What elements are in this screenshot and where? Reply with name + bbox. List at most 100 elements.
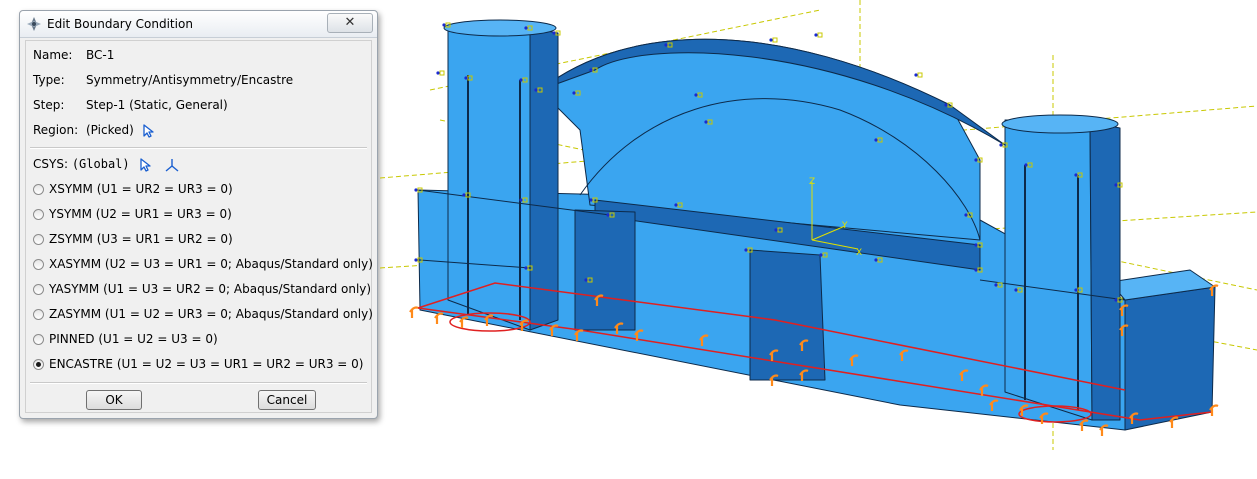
axis-label-x: X xyxy=(856,248,862,258)
bc-type-radio-2[interactable]: ZSYMM (U3 = UR1 = UR2 = 0) xyxy=(33,230,233,248)
radio-button-icon[interactable] xyxy=(33,234,44,245)
bc-node-marker xyxy=(552,31,556,35)
radio-label: ZSYMM (U3 = UR1 = UR2 = 0) xyxy=(49,232,233,246)
cancel-button[interactable]: Cancel xyxy=(258,390,316,410)
bc-node-marker xyxy=(744,248,748,252)
bc-node-marker xyxy=(462,193,466,197)
radio-button-icon[interactable] xyxy=(33,259,44,270)
part-tower-side xyxy=(529,27,559,331)
radio-button-icon[interactable] xyxy=(33,284,44,295)
csys-label: CSYS: xyxy=(33,157,68,171)
part-tower-top xyxy=(443,19,557,37)
bc-node-marker xyxy=(524,26,528,30)
close-icon: ✕ xyxy=(344,15,356,30)
bc-node-marker xyxy=(1074,288,1078,292)
region-pick-arrow-icon[interactable] xyxy=(142,123,156,138)
radio-button-icon[interactable] xyxy=(33,184,44,195)
bc-node-marker xyxy=(1074,173,1078,177)
name-value: BC-1 xyxy=(86,48,115,62)
bc-node-marker xyxy=(694,93,698,97)
part-channel-wall xyxy=(749,249,826,381)
bc-node-marker xyxy=(524,266,528,270)
radio-label: XASYMM (U2 = U3 = UR1 = 0; Abaqus/Standa… xyxy=(49,257,373,271)
encastre-symbol-icon xyxy=(1209,404,1219,416)
region-row: Region: (Picked) xyxy=(33,121,156,139)
bc-node-marker xyxy=(674,203,678,207)
axis-label-y: Y xyxy=(841,221,848,231)
bc-node-marker xyxy=(589,68,593,72)
part-side-face xyxy=(1124,286,1216,431)
radio-button-icon[interactable] xyxy=(33,334,44,345)
bc-node-marker xyxy=(464,76,468,80)
name-label: Name: xyxy=(33,48,73,62)
vertex-marker xyxy=(817,32,823,38)
name-row: Name: BC-1 xyxy=(33,46,114,64)
bc-node-marker xyxy=(914,73,918,77)
encastre-symbol-icon xyxy=(409,306,419,318)
vertex-marker xyxy=(917,72,923,78)
bc-node-marker xyxy=(584,278,588,282)
bc-node-marker xyxy=(874,258,878,262)
bc-node-marker xyxy=(1114,183,1118,187)
bc-node-marker xyxy=(974,158,978,162)
encastre-symbol-icon xyxy=(434,312,444,324)
type-value: Symmetry/Antisymmetry/Encastre xyxy=(86,73,294,87)
radio-label: YASYMM (U1 = U3 = UR2 = 0; Abaqus/Standa… xyxy=(49,282,372,296)
radio-button-icon[interactable] xyxy=(33,359,44,370)
bc-node-marker xyxy=(519,198,523,202)
bc-node-marker xyxy=(769,38,773,42)
dialog-title: Edit Boundary Condition xyxy=(47,17,193,31)
part-tower-side xyxy=(1089,121,1121,421)
csys-triad-icon[interactable] xyxy=(165,158,179,172)
separator xyxy=(30,382,367,384)
bc-node-marker xyxy=(774,228,778,232)
csys-row: CSYS: (Global) xyxy=(33,155,179,173)
ok-button[interactable]: OK xyxy=(86,390,142,410)
bc-node-marker xyxy=(1014,288,1018,292)
bc-node-marker xyxy=(589,198,593,202)
vertex-marker xyxy=(439,70,445,76)
vertex-marker xyxy=(772,37,778,43)
edit-boundary-condition-dialog: Edit Boundary Condition ✕ Name: BC-1 Type… xyxy=(19,10,378,419)
region-label: Region: xyxy=(33,123,79,137)
radio-label: PINNED (U1 = U2 = U3 = 0) xyxy=(49,332,218,346)
separator xyxy=(30,147,367,149)
bc-node-marker xyxy=(814,33,818,37)
bc-node-marker xyxy=(999,143,1003,147)
bc-node-marker xyxy=(572,91,576,95)
bc-node-marker xyxy=(994,283,998,287)
bc-type-radio-0[interactable]: XSYMM (U1 = UR2 = UR3 = 0) xyxy=(33,180,233,198)
bc-node-marker xyxy=(1024,163,1028,167)
bc-type-radio-5[interactable]: ZASYMM (U1 = U2 = UR3 = 0; Abaqus/Standa… xyxy=(33,305,373,323)
bc-node-marker xyxy=(1114,298,1118,302)
model-viewport[interactable]: Z X Y xyxy=(380,0,1257,479)
type-label: Type: xyxy=(33,73,65,87)
bc-node-marker xyxy=(964,213,968,217)
axis-label-z: Z xyxy=(809,177,815,187)
csys-value: (Global) xyxy=(71,157,130,171)
region-value: (Picked) xyxy=(86,123,134,137)
bc-node-marker xyxy=(442,23,446,27)
bc-type-radio-7[interactable]: ENCASTRE (U1 = U2 = U3 = UR1 = UR2 = UR3… xyxy=(33,355,363,373)
bc-node-marker xyxy=(436,71,440,75)
radio-button-icon[interactable] xyxy=(33,309,44,320)
dialog-content: Name: BC-1 Type: Symmetry/Antisymmetry/Enc… xyxy=(25,40,373,413)
bc-node-marker xyxy=(944,103,948,107)
radio-label: ENCASTRE (U1 = U2 = U3 = UR1 = UR2 = UR3… xyxy=(49,357,364,371)
bc-type-radio-6[interactable]: PINNED (U1 = U2 = U3 = 0) xyxy=(33,330,218,348)
bc-node-marker xyxy=(819,253,823,257)
bc-node-marker xyxy=(704,120,708,124)
bc-type-radio-1[interactable]: YSYMM (U2 = UR1 = UR3 = 0) xyxy=(33,205,232,223)
close-button[interactable]: ✕ xyxy=(327,13,373,33)
part-channel-wall xyxy=(574,209,636,331)
step-value: Step-1 (Static, General) xyxy=(86,98,228,112)
radio-button-icon[interactable] xyxy=(33,209,44,220)
csys-pick-arrow-icon[interactable] xyxy=(139,157,153,172)
bc-type-radio-3[interactable]: XASYMM (U2 = U3 = UR1 = 0; Abaqus/Standa… xyxy=(33,255,373,273)
bc-node-marker xyxy=(519,78,523,82)
bc-node-marker xyxy=(414,188,418,192)
bc-node-marker xyxy=(606,213,610,217)
dialog-titlebar[interactable]: Edit Boundary Condition ✕ xyxy=(20,11,377,38)
bc-node-marker xyxy=(534,88,538,92)
bc-type-radio-4[interactable]: YASYMM (U1 = U3 = UR2 = 0; Abaqus/Standa… xyxy=(33,280,371,298)
